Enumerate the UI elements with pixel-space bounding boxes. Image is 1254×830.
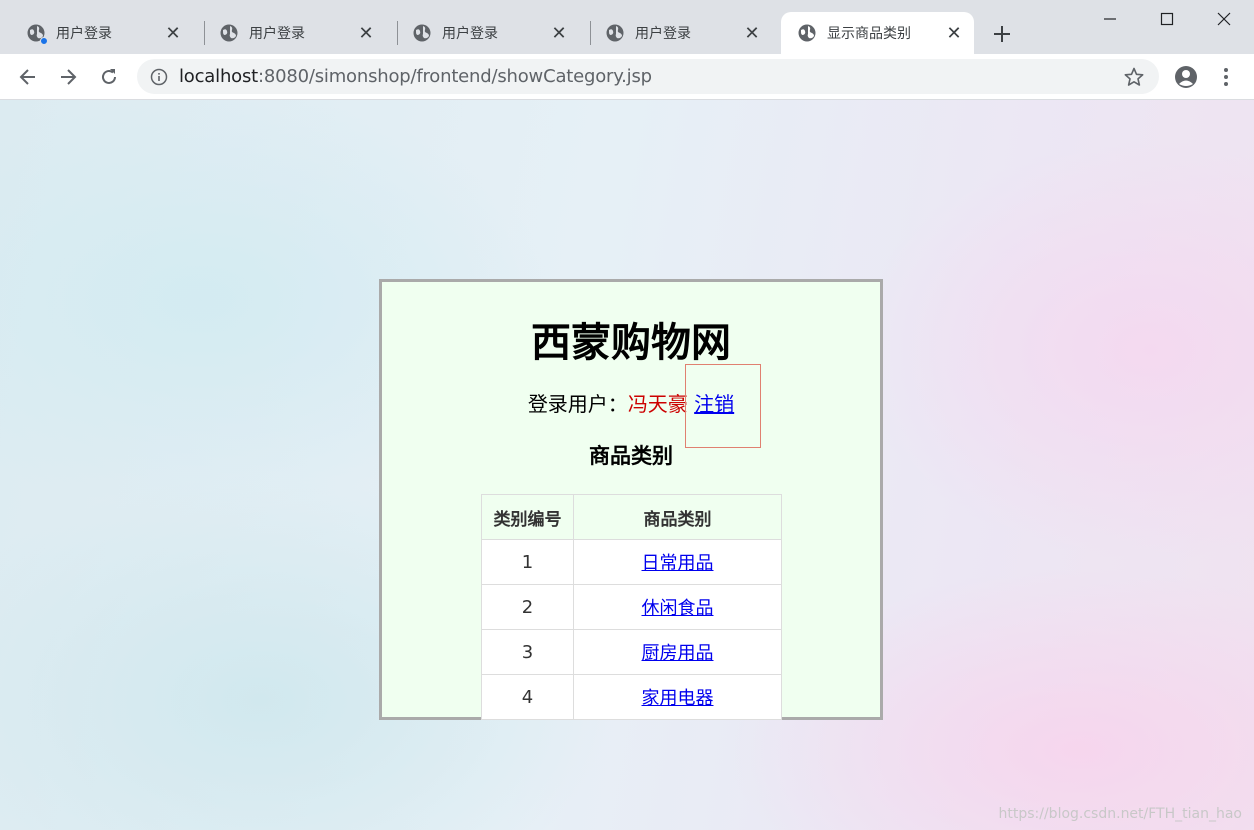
category-cell: 家用电器 — [573, 674, 782, 720]
address-bar[interactable]: localhost:8080/simonshop/frontend/showCa… — [137, 59, 1159, 94]
close-icon[interactable]: ✕ — [942, 21, 966, 45]
login-info: 登录用户：冯天豪 注销 — [382, 388, 880, 417]
close-icon[interactable]: ✕ — [354, 21, 378, 45]
category-id: 1 — [481, 539, 574, 585]
category-link[interactable]: 日常用品 — [642, 553, 714, 574]
close-icon[interactable]: ✕ — [161, 21, 185, 45]
category-link[interactable]: 家用电器 — [642, 688, 714, 709]
globe-icon — [797, 23, 817, 43]
section-title: 商品类别 — [589, 444, 673, 468]
table-row: 2 休闲食品 — [481, 584, 782, 630]
info-icon[interactable] — [149, 67, 169, 87]
watermark-text: https://blog.csdn.net/FTH_tian_hao — [998, 806, 1243, 822]
page-viewport: 西蒙购物网 登录用户：冯天豪 注销 商品类别 类别编号 商品类别 1 日常用品 … — [0, 100, 1254, 830]
browser-tab-4[interactable]: 用户登录 ✕ — [579, 12, 772, 54]
globe-icon — [26, 23, 48, 45]
category-cell: 休闲食品 — [573, 584, 782, 630]
tab-title: 用户登录 — [442, 26, 498, 42]
globe-icon — [412, 23, 432, 43]
account-icon[interactable] — [1171, 62, 1201, 92]
tab-title: 显示商品类别 — [827, 26, 911, 42]
table-header-row: 类别编号 商品类别 — [481, 494, 782, 540]
browser-tab-2[interactable]: 用户登录 ✕ — [193, 12, 386, 54]
new-tab-plus-icon[interactable] — [988, 20, 1016, 48]
category-id: 3 — [481, 629, 574, 675]
tab-strip: 用户登录 ✕ 用户登录 ✕ 用户登录 ✕ 用户登录 ✕ 显示商品类别 ✕ — [0, 0, 1254, 54]
category-link[interactable]: 厨房用品 — [642, 643, 714, 664]
url-text[interactable]: localhost:8080/simonshop/frontend/showCa… — [179, 66, 652, 87]
category-cell: 日常用品 — [573, 539, 782, 585]
category-panel: 西蒙购物网 登录用户：冯天豪 注销 商品类别 类别编号 商品类别 1 日常用品 … — [379, 279, 883, 720]
table-row: 3 厨房用品 — [481, 629, 782, 675]
category-link[interactable]: 休闲食品 — [642, 598, 714, 619]
tab-title: 用户登录 — [249, 26, 305, 42]
tab-title: 用户登录 — [56, 26, 112, 42]
browser-tab-3[interactable]: 用户登录 ✕ — [386, 12, 579, 54]
category-cell: 厨房用品 — [573, 629, 782, 675]
maximize-icon[interactable] — [1147, 4, 1187, 34]
forward-arrow-icon[interactable] — [53, 62, 83, 92]
category-table: 类别编号 商品类别 1 日常用品 2 休闲食品 3 厨房用品 4 家用电器 — [481, 494, 782, 720]
star-icon[interactable] — [1123, 66, 1145, 88]
browser-tab-1[interactable]: 用户登录 ✕ — [0, 12, 193, 54]
globe-icon — [219, 23, 239, 43]
minimize-icon[interactable] — [1090, 4, 1130, 34]
close-icon[interactable]: ✕ — [740, 21, 764, 45]
table-row: 1 日常用品 — [481, 539, 782, 585]
username: 冯天豪 — [627, 392, 688, 416]
table-row: 4 家用电器 — [481, 674, 782, 720]
reload-icon[interactable] — [94, 62, 124, 92]
category-id: 4 — [481, 674, 574, 720]
close-icon[interactable]: ✕ — [547, 21, 571, 45]
globe-icon — [605, 23, 625, 43]
column-header-id: 类别编号 — [481, 494, 574, 540]
site-title: 西蒙购物网 — [531, 320, 731, 366]
browser-tab-5-active[interactable]: 显示商品类别 ✕ — [781, 12, 974, 54]
category-id: 2 — [481, 584, 574, 630]
annotation-highlight-box — [685, 364, 761, 448]
browser-toolbar: localhost:8080/simonshop/frontend/showCa… — [0, 54, 1254, 100]
url-host: localhost — [179, 66, 258, 87]
recording-dot-icon — [40, 37, 48, 45]
column-header-category: 商品类别 — [573, 494, 782, 540]
more-vert-icon[interactable] — [1211, 62, 1241, 92]
tab-title: 用户登录 — [635, 26, 691, 42]
url-path: :8080/simonshop/frontend/showCategory.js… — [258, 66, 652, 87]
window-close-icon[interactable] — [1204, 4, 1244, 34]
login-label: 登录用户： — [527, 392, 628, 416]
back-arrow-icon[interactable] — [13, 62, 43, 92]
